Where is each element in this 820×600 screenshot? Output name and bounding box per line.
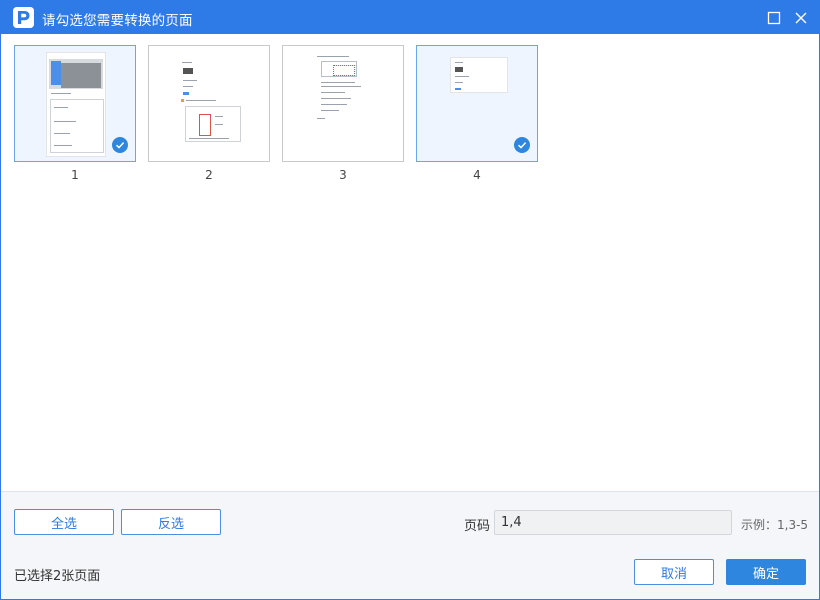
cancel-button[interactable]: 取消	[634, 559, 714, 585]
page-number-label: 4	[473, 168, 481, 182]
page-number-label: 3	[339, 168, 347, 182]
example-hint: 示例：1,3-5	[741, 518, 809, 532]
page-number-label: 1	[71, 168, 79, 182]
title-bar[interactable]: 请勾选您需要转换的页面	[1, 1, 819, 34]
select-all-button[interactable]: 全选	[14, 509, 114, 535]
page-thumbnail-3[interactable]	[282, 45, 404, 162]
page-select-dialog: 请勾选您需要转换的页面 1 2 3 4 全选 反选 页码 1,4 示例：1,3-…	[0, 0, 820, 600]
close-icon	[795, 12, 807, 23]
maximize-icon	[767, 11, 781, 24]
confirm-button[interactable]: 确定	[726, 559, 806, 585]
page-range-label: 页码	[464, 519, 491, 534]
page-range-input[interactable]	[494, 510, 732, 535]
selected-check-badge	[514, 137, 530, 153]
page-preview	[177, 58, 247, 148]
thumbnail-grid: 1 2 3 4	[1, 34, 819, 491]
close-button[interactable]	[787, 1, 815, 34]
app-logo-icon	[13, 7, 34, 28]
page-thumbnail-2[interactable]	[148, 45, 270, 162]
check-icon	[115, 142, 125, 149]
page-preview	[46, 52, 106, 157]
selected-check-badge	[112, 137, 128, 153]
check-icon	[517, 142, 527, 149]
page-preview	[450, 57, 508, 93]
maximize-button[interactable]	[760, 1, 788, 34]
page-thumbnail-4[interactable]	[416, 45, 538, 162]
selected-status-text: 已选择2张页面	[14, 569, 101, 584]
footer-panel: 全选 反选 页码 示例：1,3-5 已选择2张页面 取消 确定	[1, 491, 819, 599]
page-number-label: 2	[205, 168, 213, 182]
page-thumbnail-1[interactable]	[14, 45, 136, 162]
page-preview	[313, 54, 375, 124]
invert-selection-button[interactable]: 反选	[121, 509, 221, 535]
window-title: 请勾选您需要转换的页面	[42, 13, 193, 29]
